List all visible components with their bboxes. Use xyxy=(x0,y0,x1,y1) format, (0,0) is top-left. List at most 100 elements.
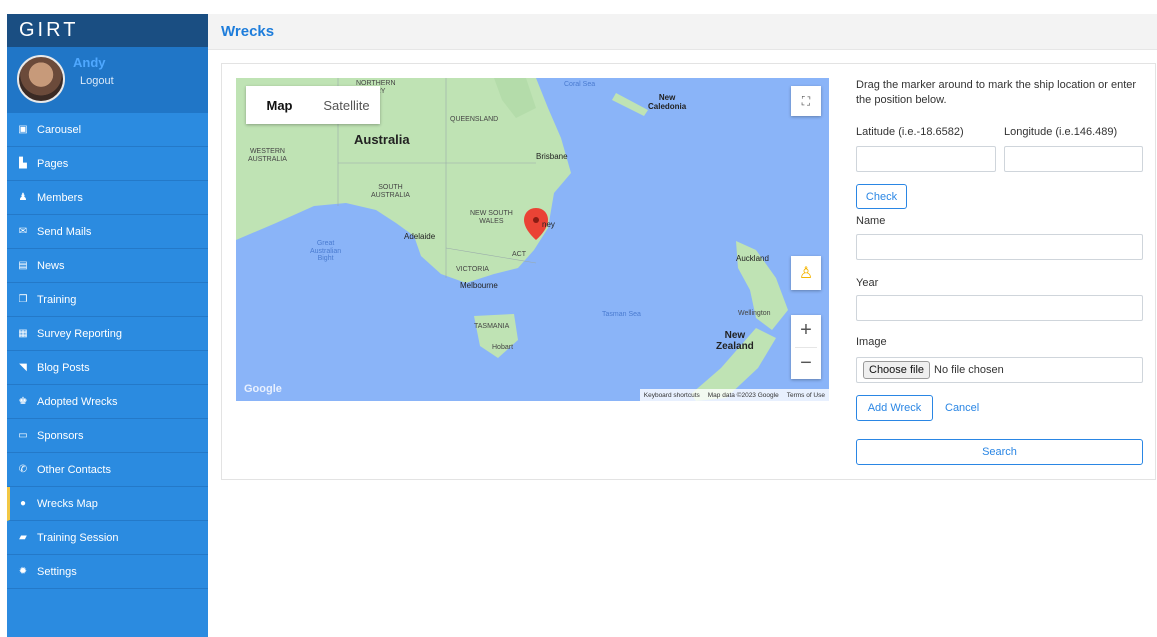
sidebar-item-survey-reporting[interactable]: ▦ Survey Reporting xyxy=(7,317,208,351)
user-panel: Andy Logout xyxy=(7,47,208,113)
sidebar-item-label: Wrecks Map xyxy=(37,497,98,510)
user-name[interactable]: Andy xyxy=(73,55,106,70)
form-help-text: Drag the marker around to mark the ship … xyxy=(856,79,1137,106)
sidebar-item-sponsors[interactable]: ▭ Sponsors xyxy=(7,419,208,453)
sidebar-item-adopted-wrecks[interactable]: ♚ Adopted Wrecks xyxy=(7,385,208,419)
map-label-wellington: Wellington xyxy=(738,310,771,317)
image-file-input[interactable]: Choose file No file chosen xyxy=(856,357,1143,383)
year-label: Year xyxy=(856,277,879,289)
sidebar-item-label: Carousel xyxy=(37,123,82,136)
sidebar-item-carousel[interactable]: ▣ Carousel xyxy=(7,113,208,147)
map-label-great-australian-bight: Great Australian Bight xyxy=(310,240,342,263)
map-label-queensland: QUEENSLAND xyxy=(450,116,499,123)
add-wreck-button[interactable]: Add Wreck xyxy=(856,395,933,421)
fullscreen-button[interactable]: ⛶ xyxy=(791,86,821,116)
page-header: Wrecks xyxy=(208,14,1157,50)
sidebar-item-label: Blog Posts xyxy=(37,361,90,374)
sidebar-item-label: News xyxy=(37,259,65,272)
google-logo[interactable]: Google xyxy=(244,383,282,395)
google-map[interactable]: NORTHERNTORY Coral Sea NewCaledonia QUEE… xyxy=(236,78,829,401)
map-label-auckland: Auckland xyxy=(736,254,769,263)
user-icon: ♟ xyxy=(18,192,28,203)
wreck-card: NORTHERNTORY Coral Sea NewCaledonia QUEE… xyxy=(221,63,1156,480)
sidebar-item-label: Settings xyxy=(37,565,77,578)
sidebar-nav: ▣ Carousel ▙ Pages ♟ Members ✉ Send Mails ▤ N… xyxy=(7,113,208,589)
user-check-icon: ♚ xyxy=(18,396,28,407)
map-label-victoria: VICTORIA xyxy=(456,266,489,273)
rss-icon: ◥ xyxy=(19,362,27,373)
avatar xyxy=(17,55,65,103)
badge-icon: ▭ xyxy=(18,430,28,441)
sidebar-item-news[interactable]: ▤ News xyxy=(7,249,208,283)
sidebar-item-training-session[interactable]: ▰ Training Session xyxy=(7,521,208,555)
map-type-map-button[interactable]: Map xyxy=(246,86,313,124)
sidebar-item-training[interactable]: ❐ Training xyxy=(7,283,208,317)
map-label-tasman-sea: Tasman Sea xyxy=(602,311,641,318)
latitude-input[interactable] xyxy=(856,146,996,172)
zoom-in-button[interactable]: + xyxy=(791,315,821,347)
sidebar: GIRT Andy Logout ▣ Carousel ▙ Pages ♟ Membe… xyxy=(7,14,208,637)
wreck-form: Drag the marker around to mark the ship … xyxy=(856,78,1146,465)
cancel-link[interactable]: Cancel xyxy=(945,402,979,414)
newspaper-icon: ▤ xyxy=(18,260,28,271)
map-label-south-australia: SOUTH AUSTRALIA xyxy=(371,184,410,199)
sidebar-item-pages[interactable]: ▙ Pages xyxy=(7,147,208,181)
brand-logo[interactable]: GIRT xyxy=(7,14,208,47)
map-label-act: ACT xyxy=(512,251,526,258)
logout-link[interactable]: Logout xyxy=(80,75,114,87)
map-type-control: Map Satellite xyxy=(246,86,380,124)
copy-icon: ❐ xyxy=(18,294,28,305)
longitude-input[interactable] xyxy=(1004,146,1143,172)
year-input[interactable] xyxy=(856,295,1143,321)
terms-of-use-link[interactable]: Terms of Use xyxy=(787,392,825,399)
file-icon: ▙ xyxy=(19,158,27,169)
list-icon: ▦ xyxy=(18,328,28,339)
map-label-new-zealand: New Zealand xyxy=(716,330,754,352)
map-label-sydney: ney xyxy=(542,220,555,229)
no-file-chosen-text: No file chosen xyxy=(934,364,1004,376)
sidebar-item-other-contacts[interactable]: ✆ Other Contacts xyxy=(7,453,208,487)
image-label: Image xyxy=(856,336,887,348)
sidebar-item-label: Adopted Wrecks xyxy=(37,395,118,408)
sidebar-item-settings[interactable]: ✹ Settings xyxy=(7,555,208,589)
latitude-label: Latitude (i.e.-18.6582) xyxy=(856,126,964,138)
map-label-nsw: NEW SOUTH WALES xyxy=(470,210,513,225)
sidebar-item-members[interactable]: ♟ Members xyxy=(7,181,208,215)
map-footer: Keyboard shortcuts Map data ©2023 Google… xyxy=(639,389,829,401)
map-marker-icon: ● xyxy=(19,498,27,509)
sidebar-item-label: Pages xyxy=(37,157,69,170)
pegman-icon: ♙ xyxy=(798,265,814,282)
gear-icon: ✹ xyxy=(18,566,28,577)
map-label-brisbane: Brisbane xyxy=(536,152,568,161)
name-label: Name xyxy=(856,215,886,227)
street-view-pegman[interactable]: ♙ xyxy=(791,256,821,290)
name-input[interactable] xyxy=(856,234,1143,260)
map-label-tasmania: TASMANIA xyxy=(474,323,510,330)
sidebar-item-label: Other Contacts xyxy=(37,463,111,476)
search-button[interactable]: Search xyxy=(856,439,1143,465)
choose-file-button[interactable]: Choose file xyxy=(863,361,931,379)
sidebar-item-wrecks-map[interactable]: ● Wrecks Map xyxy=(7,487,208,521)
phone-icon: ✆ xyxy=(18,464,28,475)
longitude-label: Longitude (i.e.146.489) xyxy=(1004,126,1118,138)
sidebar-item-label: Training Session xyxy=(37,531,119,544)
zoom-out-button[interactable]: − xyxy=(791,348,821,380)
sidebar-item-label: Survey Reporting xyxy=(37,327,122,340)
image-icon: ▣ xyxy=(18,124,28,135)
map-label-coral-sea: Coral Sea xyxy=(564,81,596,88)
sidebar-item-blog-posts[interactable]: ◥ Blog Posts xyxy=(7,351,208,385)
map-label-australia: Australia xyxy=(354,132,410,147)
map-type-satellite-button[interactable]: Satellite xyxy=(313,86,380,124)
map-label-melbourne: Melbourne xyxy=(460,281,498,290)
page-title: Wrecks xyxy=(221,23,275,40)
check-button[interactable]: Check xyxy=(856,184,907,209)
keyboard-shortcuts-link[interactable]: Keyboard shortcuts xyxy=(644,392,700,399)
map-label-adelaide: Adelaide xyxy=(404,232,436,241)
sidebar-item-label: Send Mails xyxy=(37,225,92,238)
map-data-attribution: Map data ©2023 Google xyxy=(707,391,779,399)
sidebar-item-send-mails[interactable]: ✉ Send Mails xyxy=(7,215,208,249)
map-label-western-australia: WESTERN AUSTRALIA xyxy=(248,148,287,163)
map-label-new-caledonia: New Caledonia xyxy=(648,93,687,111)
sidebar-item-label: Sponsors xyxy=(37,429,84,442)
zoom-control: + − xyxy=(791,315,821,379)
